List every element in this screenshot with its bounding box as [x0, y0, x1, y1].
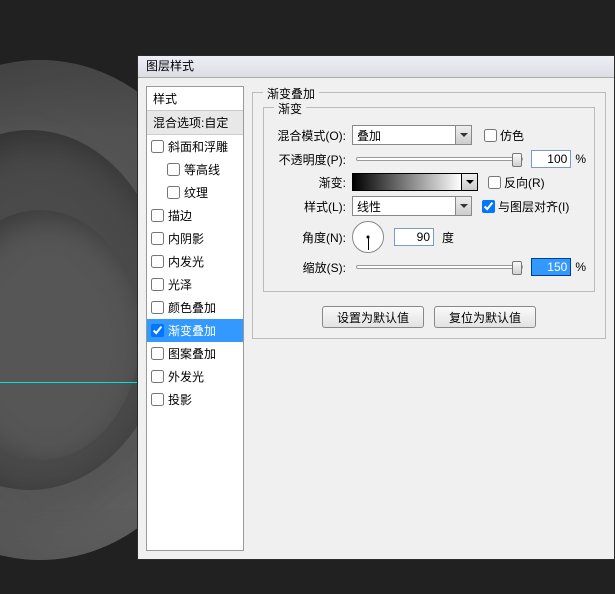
style-checkbox[interactable]	[151, 301, 164, 314]
style-label: 样式(L):	[272, 198, 348, 215]
scale-slider[interactable]	[356, 265, 523, 269]
scale-input[interactable]	[531, 258, 571, 276]
style-item[interactable]: 外发光	[147, 365, 243, 388]
style-item[interactable]: 图案叠加	[147, 342, 243, 365]
angle-input[interactable]	[394, 228, 434, 246]
style-item-label: 纹理	[184, 184, 208, 201]
angle-label: 角度(N):	[272, 229, 348, 246]
blend-options-item[interactable]: 混合选项:自定	[147, 111, 243, 135]
style-checkbox[interactable]	[151, 140, 164, 153]
style-value: 线性	[357, 198, 381, 215]
opacity-input[interactable]	[531, 150, 571, 168]
chevron-down-icon	[455, 197, 471, 215]
style-item[interactable]: 描边	[147, 204, 243, 227]
gradient-inner-group: 渐变 混合模式(O): 叠加 仿色 不透明度(P):	[263, 107, 595, 292]
style-checkbox[interactable]	[151, 347, 164, 360]
style-checkbox[interactable]	[167, 163, 180, 176]
layer-style-dialog: 图层样式 样式 混合选项:自定 斜面和浮雕等高线纹理描边内阴影内发光光泽颜色叠加…	[137, 55, 615, 560]
gradient-label: 渐变:	[272, 174, 348, 191]
gradient-dropdown-button[interactable]	[462, 173, 478, 191]
styles-header[interactable]: 样式	[147, 87, 243, 111]
dither-checkbox[interactable]: 仿色	[484, 127, 524, 144]
style-item[interactable]: 内发光	[147, 250, 243, 273]
align-checkbox[interactable]: 与图层对齐(I)	[482, 198, 569, 215]
blend-mode-value: 叠加	[357, 127, 381, 144]
style-item-label: 描边	[168, 207, 192, 224]
style-item[interactable]: 渐变叠加	[147, 319, 243, 342]
gradient-overlay-group: 渐变叠加 渐变 混合模式(O): 叠加 仿色 不透明度	[252, 92, 606, 339]
style-item-label: 投影	[168, 391, 192, 408]
dialog-title: 图层样式	[138, 56, 614, 78]
style-checkbox[interactable]	[151, 232, 164, 245]
style-item[interactable]: 投影	[147, 388, 243, 411]
style-item-label: 等高线	[184, 161, 220, 178]
style-item[interactable]: 纹理	[147, 181, 243, 204]
opacity-slider[interactable]	[356, 157, 523, 161]
blend-mode-label: 混合模式(O):	[272, 127, 348, 144]
style-item-label: 颜色叠加	[168, 299, 216, 316]
style-item-label: 外发光	[168, 368, 204, 385]
style-item-label: 渐变叠加	[168, 322, 216, 339]
style-item-label: 内发光	[168, 253, 204, 270]
style-item[interactable]: 等高线	[147, 158, 243, 181]
style-item[interactable]: 颜色叠加	[147, 296, 243, 319]
style-item-label: 光泽	[168, 276, 192, 293]
gradient-preview[interactable]	[352, 173, 462, 191]
chevron-down-icon	[455, 126, 471, 144]
style-checkbox[interactable]	[151, 393, 164, 406]
style-checkbox[interactable]	[151, 209, 164, 222]
style-checkbox[interactable]	[167, 186, 180, 199]
reverse-checkbox[interactable]: 反向(R)	[488, 174, 545, 191]
styles-list: 样式 混合选项:自定 斜面和浮雕等高线纹理描边内阴影内发光光泽颜色叠加渐变叠加图…	[146, 86, 244, 551]
slider-thumb[interactable]	[512, 261, 522, 275]
inner-group-title: 渐变	[274, 100, 306, 117]
reset-default-button[interactable]: 复位为默认值	[434, 306, 536, 328]
style-item-label: 内阴影	[168, 230, 204, 247]
style-dropdown[interactable]: 线性	[352, 196, 472, 216]
style-checkbox[interactable]	[151, 324, 164, 337]
style-checkbox[interactable]	[151, 278, 164, 291]
style-item-label: 图案叠加	[168, 345, 216, 362]
style-item-label: 斜面和浮雕	[168, 138, 228, 155]
style-checkbox[interactable]	[151, 255, 164, 268]
style-item[interactable]: 斜面和浮雕	[147, 135, 243, 158]
style-item[interactable]: 光泽	[147, 273, 243, 296]
slider-thumb[interactable]	[512, 153, 522, 167]
style-checkbox[interactable]	[151, 370, 164, 383]
opacity-label: 不透明度(P):	[272, 151, 348, 168]
style-item[interactable]: 内阴影	[147, 227, 243, 250]
set-default-button[interactable]: 设置为默认值	[322, 306, 424, 328]
blend-mode-dropdown[interactable]: 叠加	[352, 125, 472, 145]
scale-label: 缩放(S):	[272, 259, 348, 276]
angle-dial[interactable]	[352, 221, 384, 253]
